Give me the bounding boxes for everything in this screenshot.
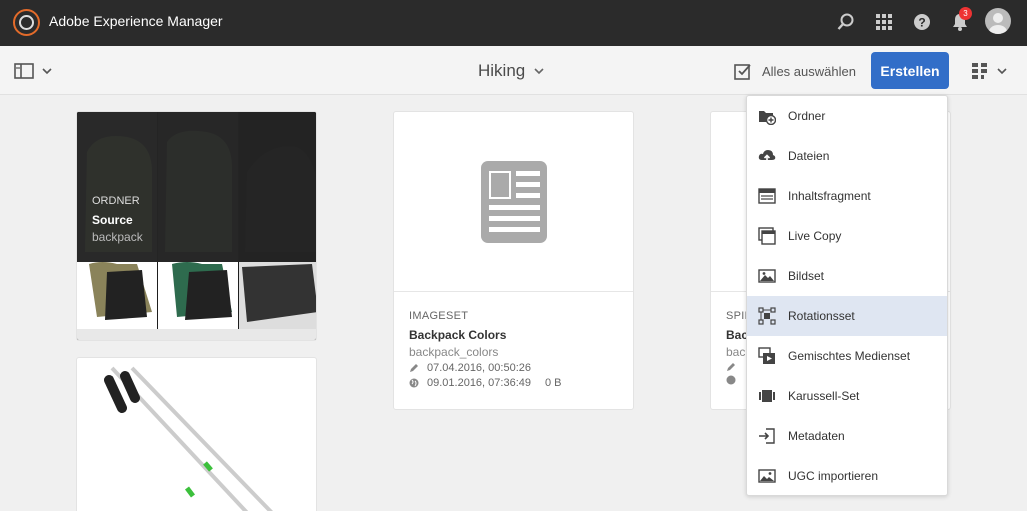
asset-card-hiking-poles[interactable]	[76, 357, 317, 511]
pencil-icon	[410, 364, 418, 372]
globe-icon	[409, 378, 419, 388]
upload-cloud-icon	[758, 147, 776, 165]
solutions-grid-icon[interactable]	[872, 10, 896, 34]
card-meta: IMAGESET Backpack Colors backpack_colors…	[409, 310, 562, 389]
menu-item-label: Inhaltsfragment	[788, 189, 871, 203]
menu-item-content-fragment[interactable]: Inhaltsfragment	[747, 176, 947, 216]
user-avatar[interactable]	[985, 8, 1011, 34]
menu-item-label: Gemischtes Medienset	[788, 349, 911, 363]
menu-item-spin-set[interactable]: Rotationsset	[747, 296, 947, 336]
card-type-label: ORDNER	[92, 195, 140, 207]
published-row: 09.01.2016, 07:36:49 0 B	[409, 377, 562, 389]
menu-item-label: UGC importieren	[788, 469, 879, 483]
search-icon[interactable]	[834, 10, 858, 34]
aem-logo-icon[interactable]	[13, 9, 40, 36]
folder-card-meta: ORDNER Source backpack	[92, 195, 143, 244]
menu-item-label: Live Copy	[788, 229, 842, 243]
select-all-button[interactable]: Alles auswählen	[734, 62, 856, 80]
menu-item-label: Karussell-Set	[788, 389, 860, 403]
card-name: backpack	[92, 230, 143, 244]
spin-set-icon	[758, 307, 776, 325]
create-button[interactable]: Erstellen	[871, 52, 949, 89]
menu-item-label: Rotationsset	[788, 309, 855, 323]
globe-icon	[726, 375, 736, 385]
menu-item-label: Metadaten	[788, 429, 845, 443]
menu-item-mixed-media-set[interactable]: Gemischtes Medienset	[747, 336, 947, 376]
image-set-icon	[758, 267, 776, 285]
menu-item-metadata[interactable]: Metadaten	[747, 416, 947, 456]
menu-item-live-copy[interactable]: Live Copy	[747, 216, 947, 256]
menu-item-label: Dateien	[788, 149, 830, 163]
menu-item-label: Bildset	[788, 269, 825, 283]
metadata-import-icon	[758, 427, 776, 445]
card-name: backpack_colors	[409, 345, 499, 359]
modified-date: 07.04.2016, 00:50:26	[427, 362, 531, 374]
content-fragment-icon	[758, 187, 776, 205]
select-all-label: Alles auswählen	[762, 63, 856, 79]
select-all-icon	[734, 64, 751, 80]
image-set-placeholder-icon	[480, 160, 547, 243]
action-bar: Hiking Alles auswählen Erstellen	[0, 46, 1027, 95]
menu-item-folder[interactable]: Ordner	[747, 96, 947, 136]
breadcrumb[interactable]: Hiking	[478, 61, 544, 81]
help-icon[interactable]: ?	[910, 10, 934, 34]
ugc-import-icon	[758, 467, 776, 485]
menu-item-files[interactable]: Dateien	[747, 136, 947, 176]
notification-badge: 3	[959, 7, 972, 20]
menu-item-ugc-import[interactable]: UGC importieren	[747, 456, 947, 496]
imageset-card-backpack-colors[interactable]: IMAGESET Backpack Colors backpack_colors…	[393, 111, 634, 410]
view-switcher-button[interactable]	[971, 61, 1013, 81]
pencil-icon	[727, 363, 735, 371]
app-title: Adobe Experience Manager	[49, 13, 223, 29]
published-date: 09.01.2016, 07:36:49	[427, 377, 531, 389]
hiking-poles-thumbnail-image	[104, 366, 274, 511]
mixed-media-set-icon	[758, 347, 776, 365]
chevron-down-icon	[534, 68, 544, 75]
create-menu: Ordner Dateien Inhaltsfragment Live Copy…	[746, 95, 948, 496]
card-title: Backpack Colors	[409, 328, 507, 342]
rail-toggle-button[interactable]	[14, 62, 54, 80]
card-thumbnail	[394, 112, 633, 292]
card-view-icon	[972, 63, 987, 79]
menu-item-label: Ordner	[788, 109, 826, 123]
chevron-down-icon	[997, 68, 1007, 75]
folder-card-source[interactable]: ORDNER Source backpack	[76, 111, 317, 341]
card-title: Source	[92, 213, 133, 227]
svg-text:?: ?	[918, 16, 925, 30]
live-copy-icon	[758, 227, 776, 245]
card-type-label: IMAGESET	[409, 310, 469, 322]
top-navigation-bar: Adobe Experience Manager ? 3	[0, 0, 1027, 46]
folder-add-icon	[758, 107, 776, 125]
carousel-set-icon	[758, 387, 776, 405]
modified-row: 07.04.2016, 00:50:26	[409, 362, 562, 374]
menu-item-carousel-set[interactable]: Karussell-Set	[747, 376, 947, 416]
menu-item-image-set[interactable]: Bildset	[747, 256, 947, 296]
file-size: 0 B	[544, 377, 562, 389]
breadcrumb-title: Hiking	[478, 61, 526, 80]
